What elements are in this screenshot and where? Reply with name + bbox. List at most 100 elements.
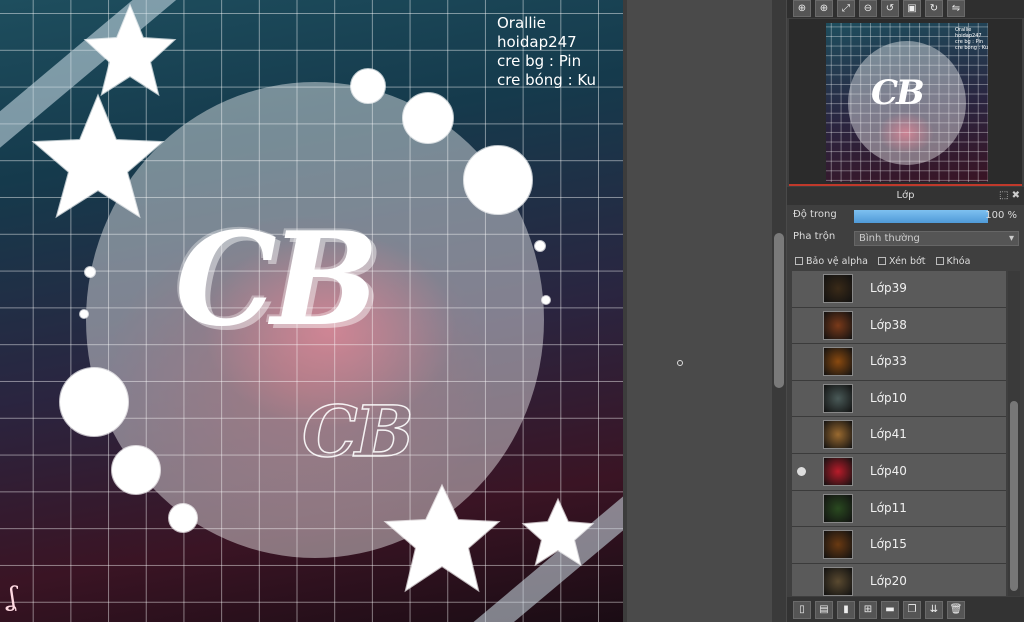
layer-name: Lớp41 [870,427,907,442]
checkbox-box [795,257,803,265]
checkbox-label: Xén bớt [889,255,926,267]
visibility-toggle-icon[interactable] [797,504,806,513]
opacity-row: Độ trong 100 % [793,209,1021,224]
navigator-preview[interactable]: CB Orallie hoidap247 cre bg : Pin cre bó… [789,19,1022,186]
blend-mode-select[interactable]: Bình thường ▾ [854,231,1019,246]
layer-name: Lớp39 [870,281,907,295]
visibility-toggle-icon[interactable] [797,540,806,549]
rotate-left-icon[interactable]: ↺ [881,0,899,17]
layer-name: Lớp38 [870,317,907,332]
panel-divider [623,0,627,622]
lock-checkbox[interactable]: Khóa [935,254,971,268]
layer-row[interactable]: Lớp41 [792,417,1006,454]
dot-icon [79,309,89,319]
layer-row[interactable]: Lớp15 [792,527,1006,564]
star-icon [83,3,177,97]
logo-outline-text: CB [301,389,414,474]
panel-close-icon[interactable]: ⬚ ✖ [999,187,1020,205]
navigator-thumbnail: CB Orallie hoidap247 cre bg : Pin cre bó… [826,23,988,182]
flip-icon[interactable]: ⇋ [947,0,965,17]
layer-row[interactable]: Lớp11 [792,490,1006,528]
cloud-icon [59,367,129,437]
checkbox-box [935,257,944,265]
cloud-icon [463,145,533,215]
scrollbar-thumb[interactable] [1010,401,1018,591]
star-icon [521,497,595,567]
clipping-checkbox[interactable]: Xén bớt [878,254,926,268]
layer-thumbnail [823,274,853,303]
visibility-toggle-icon[interactable] [797,394,806,403]
new-layer-icon[interactable]: ▯ [793,600,811,619]
blend-mode-value: Bình thường [859,233,920,244]
credits-text: Orallie hoidap247 cre bg : Pin cre bóng … [497,14,596,89]
opacity-fill [854,210,988,223]
layer-row[interactable]: Lớp33 [792,344,1006,381]
merge-layer-icon[interactable]: ⇊ [925,600,943,619]
layer-list: Lớp39 Lớp38 Lớp33 Lớp10 Lớp41 Lớp40 Lớp11 Lớp15… [792,271,1006,596]
checkbox-label: Bảo vệ alpha [806,255,868,267]
layer-name: Lớp11 [870,500,907,515]
new-raster-icon[interactable]: ▮ [837,600,855,619]
star-icon [31,93,165,219]
checkbox-label: Khóa [946,255,971,267]
opacity-slider[interactable] [854,210,988,223]
fullscreen-icon[interactable]: ▣ [903,0,921,17]
layer-name: Lớp10 [870,390,907,405]
layer-panel-header: Lớp ⬚ ✖ [787,187,1024,205]
star-icon [383,483,501,593]
rotate-right-icon[interactable]: ↻ [925,0,943,17]
visibility-toggle-icon[interactable] [797,284,806,293]
zoom-in-icon[interactable]: ⊕ [793,0,811,17]
opacity-label: Độ trong [793,209,837,220]
layer-name: Lớp40 [870,463,907,478]
layer-actions-bar: ▯ ▤ ▮ ⊞ ▬ ❐ ⇊ 🗑 [787,597,1024,622]
drawing-canvas[interactable]: CB CB Orallie hoidap247 cre bg : Pin cre… [0,0,623,622]
opacity-value: 100 % [985,210,1017,221]
layer-thumbnail [823,530,853,560]
canvas-scrollbar[interactable] [772,0,786,622]
dot-icon [534,240,546,252]
visibility-toggle-icon[interactable] [797,430,806,439]
signature-mark: ʆ [8,582,17,612]
fit-screen-icon[interactable]: ⤢ [837,0,855,17]
layer-thumbnail [823,420,853,450]
checkbox-box [878,257,886,265]
layer-options: Bảo vệ alpha Xén bớt Khóa [795,254,1023,268]
layer-thumbnail [823,493,853,523]
zoom-in-icon[interactable]: ⊕ [815,0,833,17]
duplicate-layer-icon[interactable]: ❐ [903,600,921,619]
logo-main-text: CB [175,205,379,355]
layer-thumbnail [823,310,853,340]
delete-layer-icon[interactable]: 🗑 [947,600,965,619]
cloud-icon [168,503,198,533]
dot-icon [84,266,96,278]
new-layer-special-icon[interactable]: ▤ [815,600,833,619]
cloud-icon [350,68,386,104]
chevron-down-icon: ▾ [1008,233,1014,244]
visibility-toggle-icon[interactable] [797,357,806,366]
layer-thumbnail [823,566,853,596]
right-panel: ⊕ ⊕ ⤢ ⊖ ↺ ▣ ↻ ⇋ CB Orallie hoidap247 cre… [787,0,1024,622]
folder-icon[interactable]: ▬ [881,600,899,619]
layer-panel-title: Lớp [896,190,915,201]
blend-row: Pha trộn Bình thường ▾ [793,231,1021,247]
layer-row[interactable]: Lớp40 [792,453,1006,491]
protect-alpha-checkbox[interactable]: Bảo vệ alpha [795,254,868,268]
blend-label: Pha trộn [793,231,836,242]
layer-row[interactable]: Lớp10 [792,380,1006,418]
layer-name: Lớp15 [870,537,907,552]
add-layer-menu-icon[interactable]: ⊞ [859,600,877,619]
visibility-toggle-icon[interactable] [797,466,806,476]
layer-row[interactable]: Lớp20 [792,563,1006,596]
layer-row[interactable]: Lớp39 [792,271,1006,308]
visibility-toggle-icon[interactable] [797,321,806,330]
brush-cursor [677,360,683,366]
layer-name: Lớp20 [870,573,907,588]
layer-list-scrollbar[interactable] [1008,271,1020,596]
scrollbar-thumb[interactable] [774,233,784,388]
zoom-out-icon[interactable]: ⊖ [859,0,877,17]
cloud-icon [111,445,161,495]
cloud-icon [402,92,454,144]
layer-row[interactable]: Lớp38 [792,307,1006,345]
visibility-toggle-icon[interactable] [797,577,806,586]
